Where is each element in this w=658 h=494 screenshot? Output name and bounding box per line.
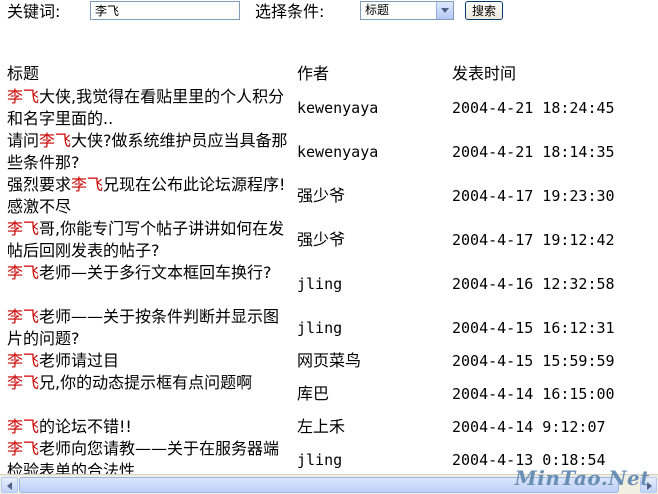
table-row[interactable]: 李飞老师——关于按条件判断并显示图片的问题? jling 2004-4-15 1… [0,306,658,350]
scroll-left-button[interactable] [1,477,18,493]
keyword-highlight: 李飞 [7,87,40,106]
column-header-title: 标题 [7,64,40,83]
post-title-link[interactable]: 请问李飞大侠?做系统维护员应当具备那些条件那? [7,130,295,174]
keyword-highlight: 李飞 [7,263,40,282]
keyword-highlight: 李飞 [71,175,104,194]
table-row[interactable]: 李飞老师请过目 网页菜鸟 2004-4-15 15:59:59 [0,350,658,372]
table-header: 标题 作者 发表时间 [0,64,658,84]
post-title-link[interactable]: 李飞老师请过目 [7,350,295,372]
keyword-label: 关键词: [7,2,61,21]
table-row[interactable]: 李飞的论坛不错!! 左上禾 2004-4-14 9:12:07 [0,416,658,438]
column-header-time: 发表时间 [452,64,517,83]
condition-selected-value: 标题 [365,3,390,17]
keyword-highlight: 李飞 [7,439,40,458]
keyword-highlight: 李飞 [7,219,40,238]
time-cell: 2004-4-21 18:14:35 [452,143,615,161]
search-button[interactable]: 搜索 [465,1,503,20]
time-cell: 2004-4-17 19:23:30 [452,187,615,205]
author-cell: kewenyaya [297,143,379,161]
table-row[interactable]: 李飞兄,你的动态提示框有点问题啊 库巴 2004-4-14 16:15:00 [0,372,658,416]
chevron-down-icon [441,8,449,13]
author-cell: 强少爷 [297,186,346,205]
table-row[interactable]: 李飞哥,你能专门写个帖子讲讲如何在发帖后回刚发表的帖子? 强少爷 2004-4-… [0,218,658,262]
table-row[interactable]: 李飞老师—关于多行文本框回车换行? jling 2004-4-16 12:32:… [0,262,658,306]
condition-label: 选择条件: [255,2,325,21]
post-title-link[interactable]: 李飞老师—关于多行文本框回车换行? [7,262,295,284]
table-row[interactable]: 请问李飞大侠?做系统维护员应当具备那些条件那? kewenyaya 2004-4… [0,130,658,174]
post-title-link[interactable]: 李飞老师向您请教——关于在服务器端检验表单的合法性 [7,438,295,474]
arrow-left-icon [7,482,12,490]
column-header-author: 作者 [297,64,330,83]
author-cell: 网页菜鸟 [297,351,362,370]
keyword-highlight: 李飞 [39,131,72,150]
post-title-link[interactable]: 李飞大侠,我觉得在看贴里里的个人积分和名字里面的.. [7,86,295,130]
time-cell: 2004-4-21 18:24:45 [452,99,615,117]
dropdown-arrow-button[interactable] [436,2,453,19]
time-cell: 2004-4-15 15:59:59 [452,352,615,370]
keyword-input[interactable] [90,1,240,20]
time-cell: 2004-4-17 19:12:42 [452,231,615,249]
table-row[interactable]: 李飞大侠,我觉得在看贴里里的个人积分和名字里面的.. kewenyaya 200… [0,86,658,130]
time-cell: 2004-4-14 16:15:00 [452,385,615,403]
author-cell: 强少爷 [297,230,346,249]
results-table: 标题 作者 发表时间 李飞大侠,我觉得在看贴里里的个人积分和名字里面的.. ke… [0,62,658,474]
author-cell: kewenyaya [297,99,379,117]
keyword-highlight: 李飞 [7,417,40,436]
post-title-link[interactable]: 李飞兄,你的动态提示框有点问题啊 [7,372,295,394]
search-bar: 关键词: 选择条件: 标题 搜索 [0,0,658,26]
keyword-highlight: 李飞 [7,373,40,392]
author-cell: 左上禾 [297,417,346,436]
watermark-logo: MinTao.Net [514,466,650,490]
post-title-link[interactable]: 李飞的论坛不错!! [7,416,295,438]
author-cell: jling [297,319,343,337]
time-cell: 2004-4-14 9:12:07 [452,418,606,436]
table-row[interactable]: 强烈要求李飞兄现在公布此论坛源程序!感激不尽 强少爷 2004-4-17 19:… [0,174,658,218]
time-cell: 2004-4-15 16:12:31 [452,319,615,337]
author-cell: 库巴 [297,384,330,403]
post-title-link[interactable]: 强烈要求李飞兄现在公布此论坛源程序!感激不尽 [7,174,295,218]
post-title-link[interactable]: 李飞哥,你能专门写个帖子讲讲如何在发帖后回刚发表的帖子? [7,218,295,262]
condition-select[interactable]: 标题 [360,1,454,20]
post-title-link[interactable]: 李飞老师——关于按条件判断并显示图片的问题? [7,306,295,350]
keyword-highlight: 李飞 [7,307,40,326]
author-cell: jling [297,275,343,293]
keyword-highlight: 李飞 [7,351,40,370]
time-cell: 2004-4-16 12:32:58 [452,275,615,293]
author-cell: jling [297,451,343,469]
